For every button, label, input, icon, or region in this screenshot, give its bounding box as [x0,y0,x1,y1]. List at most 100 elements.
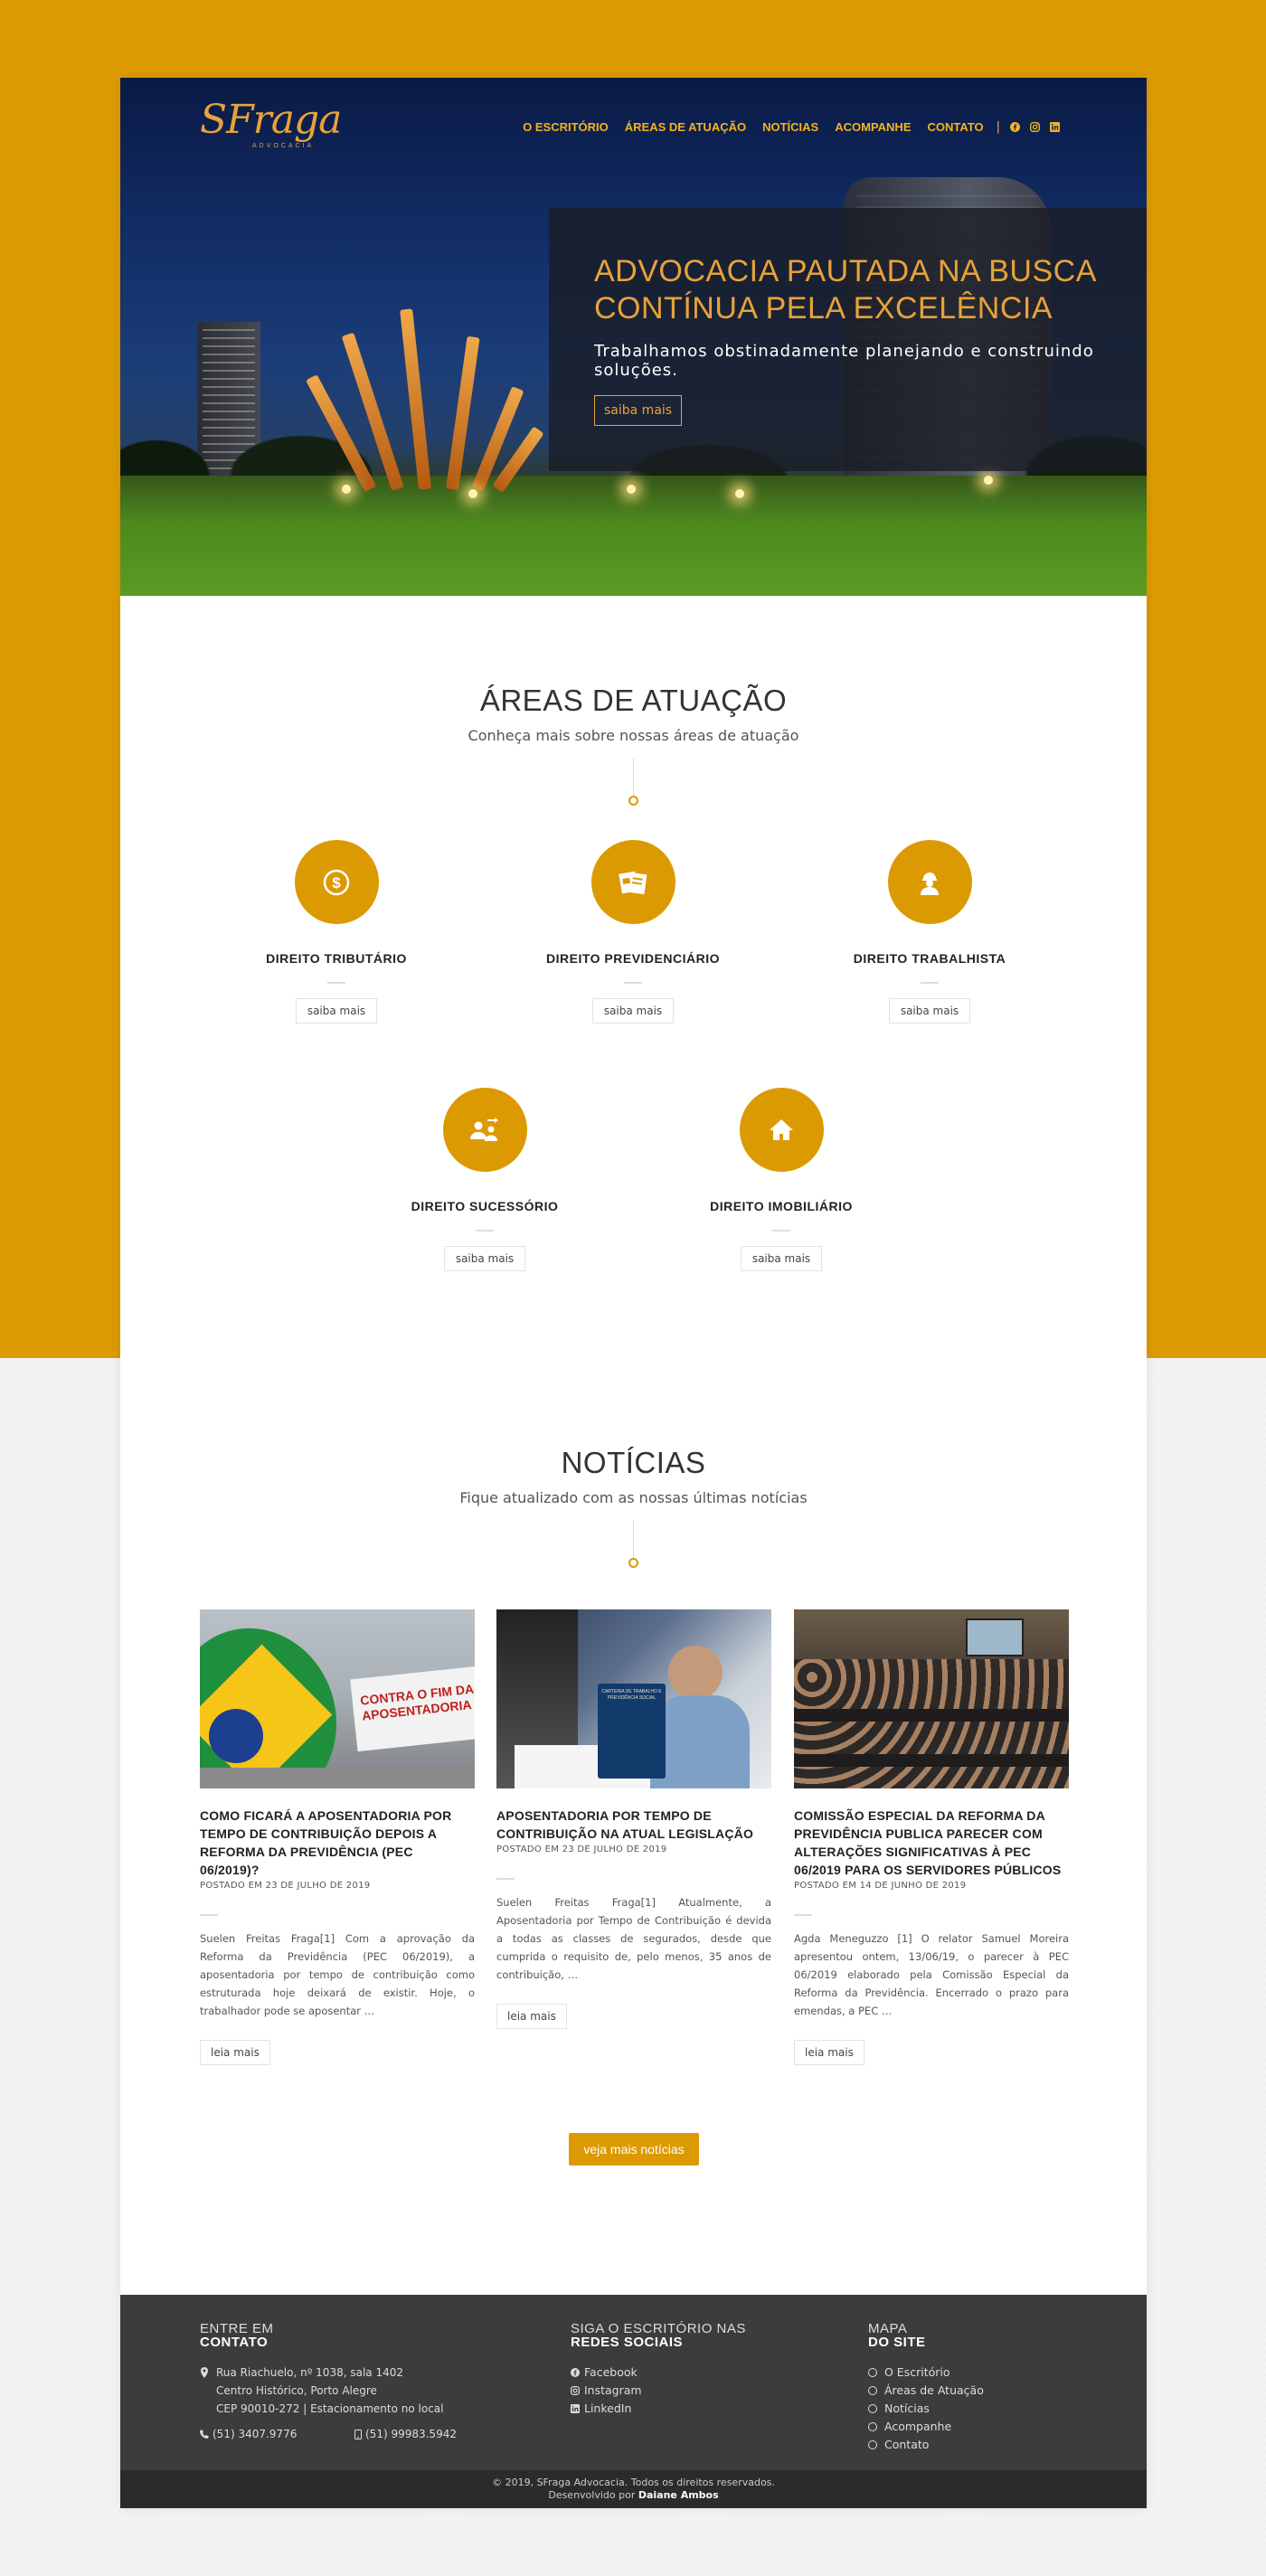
area-more-button[interactable]: saiba mais [740,1246,823,1271]
news-card: COMISSÃO ESPECIAL DA REFORMA DA PREVIDÊN… [794,1609,1069,2065]
news-card: CONTRA O FIM DA APOSENTADORIA COMO FICAR… [200,1609,475,2065]
area-name: DIREITO IMOBILIÁRIO [710,1199,853,1213]
news-image[interactable]: CONTRA O FIM DA APOSENTADORIA [200,1609,475,1788]
area-name: DIREITO TRIBUTÁRIO [266,951,407,966]
nav-item-areas[interactable]: ÁREAS DE ATUAÇÃO [625,120,746,134]
circle-bullet-icon [868,2440,877,2449]
area-more-button[interactable]: saiba mais [888,998,971,1024]
footer-address-line: CEP 90010-272 | Estacionamento no local [216,2402,444,2415]
footer-address-line: Rua Riachuelo, nº 1038, sala 1402 [216,2366,403,2379]
area-more-button[interactable]: saiba mais [443,1246,526,1271]
facebook-icon[interactable] [1010,122,1020,132]
news-date: POSTADO EM 14 DE JUNHO DE 2019 [794,1881,967,1891]
area-dash [327,982,345,984]
sitemap-label: O Escritório [884,2365,950,2379]
area-previdenciario: DIREITO PREVIDENCIÁRIO saiba mais [534,840,732,1024]
area-name: DIREITO PREVIDENCIÁRIO [546,951,720,966]
footer-address-line: Centro Histórico, Porto Alegre [216,2384,377,2397]
footer-phone[interactable]: (51) 3407.9776 [200,2425,297,2443]
sitemap-link-escritorio[interactable]: O Escritório [868,2364,984,2382]
copyright-text: © 2019, SFraga Advocacia. Todos os direi… [492,2477,775,2488]
footer-phone-number: (51) 3407.9776 [213,2428,298,2440]
developer-name[interactable]: Daiane Ambos [638,2489,719,2501]
phone-icon [200,2430,209,2439]
page-container: SFraga ADVOCACIA O ESCRITÓRIO ÁREAS DE A… [120,78,1147,2508]
areas-title: ÁREAS DE ATUAÇÃO [479,684,788,717]
footer-social-label: Instagram [584,2383,642,2397]
logo-text: SFraga [200,97,342,143]
hero-banner: SFraga ADVOCACIA O ESCRITÓRIO ÁREAS DE A… [120,78,1147,596]
area-name: DIREITO TRABALHISTA [853,951,1006,966]
sitemap-link-noticias[interactable]: Notícias [868,2400,984,2418]
footer-mobile-number: (51) 99983.5942 [365,2428,457,2440]
hero-light [342,485,351,494]
footer-link-instagram[interactable]: Instagram [571,2382,642,2400]
footer: ENTRE EM CONTATO Rua Riachuelo, nº 1038,… [120,2295,1147,2470]
circle-bullet-icon [868,2386,877,2395]
area-more-button[interactable]: saiba mais [295,998,378,1024]
news-excerpt: Suelen Freitas Fraga[1] Com a aprovação … [200,1932,475,2017]
footer-sitemap-heading: MAPA DO SITE [868,2322,926,2349]
nav-item-contato[interactable]: CONTATO [928,120,984,134]
area-dash [476,1230,494,1231]
news-excerpt: Agda Meneguzzo [1] O relator Samuel More… [794,1932,1069,2017]
hero-light [984,476,993,485]
area-imobiliario: DIREITO IMOBILIÁRIO saiba mais [682,1088,881,1271]
news-image-caption: CARTEIRA DE TRABALHO E PREVIDÊNCIA SOCIA… [601,1689,662,1701]
footer-social-label: LinkedIn [584,2401,632,2415]
news-title[interactable]: COMISSÃO ESPECIAL DA REFORMA DA PREVIDÊN… [794,1807,1069,1879]
house-icon [770,1118,793,1140]
worker-icon [921,872,939,895]
footer-link-linkedin[interactable]: LinkedIn [571,2400,642,2418]
site-logo[interactable]: SFraga ADVOCACIA [200,96,345,159]
areas-subtitle: Conheça mais sobre nossas áreas de atuaç… [468,727,799,744]
news-image[interactable]: CARTEIRA DE TRABALHO E PREVIDÊNCIA SOCIA… [496,1609,771,1788]
hero-headline: ADVOCACIA PAUTADA NA BUSCA CONTÍNUA PELA… [594,254,1096,326]
news-read-more-button[interactable]: leia mais [200,2040,270,2065]
main-nav: O ESCRITÓRIO ÁREAS DE ATUAÇÃO NOTÍCIAS A… [506,120,1060,134]
sitemap-link-areas[interactable]: Áreas de Atuação [868,2382,984,2400]
nav-item-escritorio[interactable]: O ESCRITÓRIO [523,120,609,134]
nav-item-noticias[interactable]: NOTÍCIAS [762,120,818,134]
news-dash [496,1878,515,1880]
footer-social-links: Facebook Instagram LinkedIn [571,2364,642,2418]
footer-link-facebook[interactable]: Facebook [571,2364,642,2382]
hero-monument-sculpture [306,272,544,494]
sitemap-label: Notícias [884,2401,930,2415]
news-image[interactable] [794,1609,1069,1788]
hero-lawn [120,476,1147,596]
logo-subtitle: ADVOCACIA [252,143,315,149]
instagram-icon[interactable] [1030,122,1040,132]
all-news-button[interactable]: veja mais notícias [569,2133,699,2166]
news-subtitle: Fique atualizado com as nossas últimas n… [459,1489,808,1506]
area-more-button[interactable]: saiba mais [591,998,675,1024]
footer-contact-heading: ENTRE EM CONTATO [200,2322,274,2349]
news-title[interactable]: APOSENTADORIA POR TEMPO DE CONTRIBUIÇÃO … [496,1807,771,1843]
hero-more-button[interactable]: saiba mais [594,395,683,426]
area-icon-circle [590,840,676,924]
sitemap-link-acompanhe[interactable]: Acompanhe [868,2418,984,2436]
area-name: DIREITO SUCESSÓRIO [411,1199,559,1213]
linkedin-icon[interactable] [1050,122,1060,132]
hero-caption-box: ADVOCACIA PAUTADA NA BUSCA CONTÍNUA PELA… [549,208,1147,471]
hero-light [735,489,744,498]
news-title[interactable]: COMO FICARÁ A APOSENTADORIA POR TEMPO DE… [200,1807,475,1879]
news-date: POSTADO EM 23 DE JULHO DE 2019 [200,1881,371,1891]
circle-bullet-icon [868,2422,877,2431]
area-icon-circle: $ [294,840,379,924]
sitemap-link-contato[interactable]: Contato [868,2436,984,2454]
nav-item-acompanhe[interactable]: ACOMPANHE [835,120,911,134]
footer-contact-heading-line2: CONTATO [200,2335,269,2350]
news-title: NOTÍCIAS [561,1446,706,1479]
areas-divider-dot [628,796,638,806]
news-divider-dot [628,1558,638,1568]
sitemap-label: Acompanhe [884,2420,952,2433]
area-icon-circle [442,1088,527,1172]
facebook-icon [571,2368,580,2377]
documents-icon [619,871,647,894]
mobile-phone-icon [354,2429,362,2439]
news-read-more-button[interactable]: leia mais [794,2040,864,2065]
footer-mobile[interactable]: (51) 99983.5942 [354,2425,457,2443]
nav-separator: | [996,120,1000,134]
news-read-more-button[interactable]: leia mais [496,2004,567,2029]
